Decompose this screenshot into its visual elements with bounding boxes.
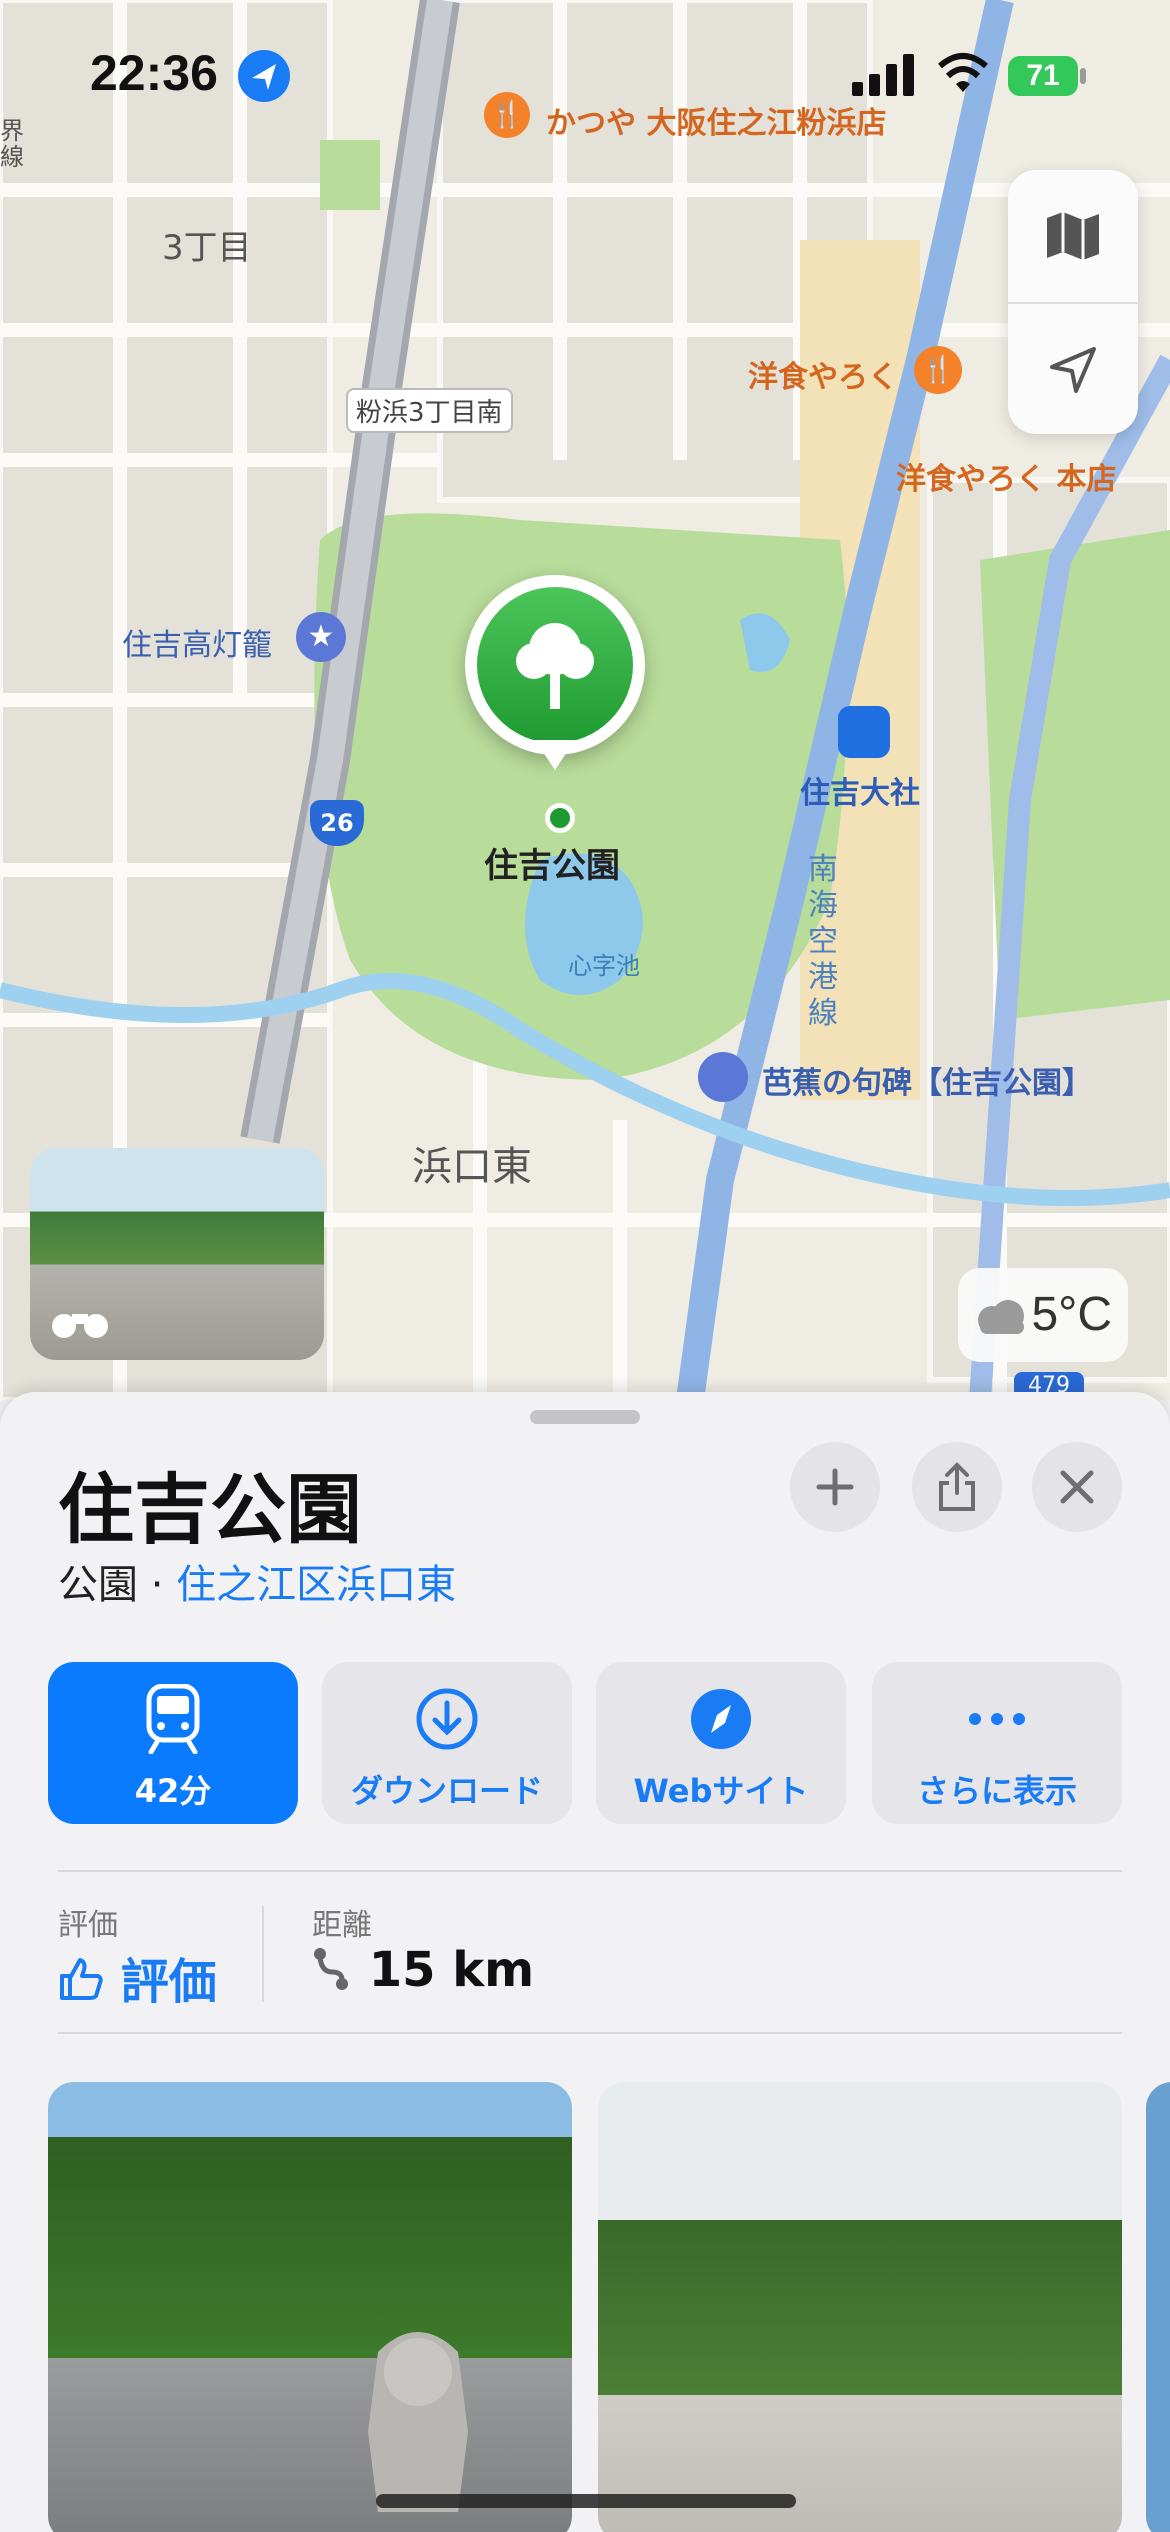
map-label-nankai: 南海空港線: [808, 852, 838, 1031]
pin-location-dot: [545, 803, 575, 833]
binoculars-icon: [52, 1314, 108, 1338]
map-poi-yaroku[interactable]: 洋食やろく: [748, 352, 898, 396]
rating-button[interactable]: 評価: [58, 1942, 217, 2012]
selected-place-pin[interactable]: [465, 575, 645, 755]
wifi-icon: [938, 53, 988, 92]
rating-value: 評価: [120, 1954, 217, 2010]
train-station-icon[interactable]: [838, 706, 890, 758]
download-button[interactable]: ダウンロード: [322, 1662, 572, 1824]
download-label: ダウンロード: [350, 1772, 543, 1810]
share-icon: [939, 1462, 975, 1511]
subtitle-separator: ·: [138, 1562, 177, 1608]
more-button[interactable]: さらに表示: [872, 1662, 1122, 1824]
directions-button[interactable]: 42分: [48, 1662, 298, 1824]
map-label-hamaguchi: 浜口東: [412, 1144, 532, 1190]
place-photo[interactable]: [598, 2082, 1122, 2532]
distance-value: 15 km: [312, 1942, 534, 1998]
lion-statue-image: [368, 2332, 468, 2512]
home-indicator[interactable]: [376, 2494, 796, 2508]
stats-divider: [262, 1906, 264, 2002]
restaurant-icon[interactable]: 🍴: [484, 92, 530, 138]
share-button[interactable]: [912, 1442, 1002, 1532]
place-subtitle: 公園 · 住之江区浜口東: [58, 1552, 456, 1610]
map-controls: [1008, 170, 1138, 434]
directions-label: 42分: [134, 1772, 212, 1810]
distance-text: 15 km: [368, 1942, 535, 1998]
divider: [58, 2032, 1122, 2034]
location-arrow-icon: [238, 50, 290, 102]
battery-tip: [1080, 68, 1086, 84]
place-title: 住吉公園: [58, 1465, 362, 1554]
more-icon: [969, 1713, 1025, 1725]
restaurant-icon[interactable]: 🍴: [914, 346, 962, 394]
place-sheet[interactable]: 住吉公園 公園 · 住之江区浜口東 42分 ダウンロード Webサイト さらに表…: [0, 1392, 1170, 2532]
website-label: Webサイト: [633, 1772, 809, 1810]
pin-tail: [535, 740, 575, 770]
download-icon: [416, 1688, 478, 1750]
status-time: 22:36: [90, 45, 218, 101]
cloud-icon: [978, 1300, 1024, 1334]
landmark-star-icon[interactable]: ★: [296, 612, 346, 662]
weather-temperature: 5°C: [1031, 1288, 1112, 1341]
map-road-junction: 粉浜3丁目南: [346, 388, 513, 433]
poi-dots-icon[interactable]: [698, 1052, 748, 1102]
map-label-boundary: 界線: [0, 117, 24, 171]
close-icon: [1060, 1470, 1094, 1504]
tree-icon: [477, 587, 633, 743]
place-category: 公園: [58, 1562, 138, 1608]
route-icon: [314, 1948, 348, 1990]
add-button[interactable]: [790, 1442, 880, 1532]
look-around-thumbnail[interactable]: [30, 1148, 324, 1360]
cellular-signal-icon: [852, 54, 914, 96]
plus-icon: [816, 1468, 854, 1506]
distance-label: 距離: [312, 1908, 372, 1943]
map-icon: [1047, 212, 1099, 260]
website-button[interactable]: Webサイト: [596, 1662, 846, 1824]
weather-badge: 5°C: [958, 1268, 1128, 1362]
map-view[interactable]: 22:36 71 界線 3丁目 🍴 かつや 大阪住之江粉浜店 洋食やろく 🍴 洋…: [0, 0, 1170, 1400]
map-label-3chome: 3丁目: [162, 228, 252, 268]
current-location-button[interactable]: [1008, 304, 1138, 436]
battery-indicator: 71: [1008, 56, 1078, 96]
map-poi-katsuya[interactable]: かつや 大阪住之江粉浜店: [546, 98, 886, 142]
location-arrow-outline-icon: [1050, 347, 1096, 393]
map-poi-takadoro[interactable]: 住吉高灯籠: [122, 620, 272, 664]
map-label-pond: 心字池: [568, 952, 640, 980]
sheet-grabber[interactable]: [530, 1410, 640, 1424]
map-poi-basho[interactable]: 芭蕉の句碑【住吉公園】: [762, 1058, 1092, 1102]
place-location-link[interactable]: 住之江区浜口東: [176, 1562, 456, 1608]
close-button[interactable]: [1032, 1442, 1122, 1532]
map-poi-yaroku-honten[interactable]: 洋食やろく 本店: [896, 454, 1116, 498]
map-station-label[interactable]: 住吉大社: [800, 768, 920, 812]
divider: [58, 1870, 1122, 1872]
thumbs-up-icon: [60, 1958, 103, 2000]
map-mode-button[interactable]: [1008, 170, 1138, 302]
map-label-park[interactable]: 住吉公園: [484, 838, 620, 887]
place-photo[interactable]: [48, 2082, 572, 2532]
place-photo[interactable]: [1146, 2082, 1170, 2532]
train-icon: [146, 1684, 200, 1754]
compass-icon: [691, 1689, 751, 1749]
rating-label: 評価: [58, 1908, 118, 1943]
more-label: さらに表示: [916, 1772, 1077, 1810]
